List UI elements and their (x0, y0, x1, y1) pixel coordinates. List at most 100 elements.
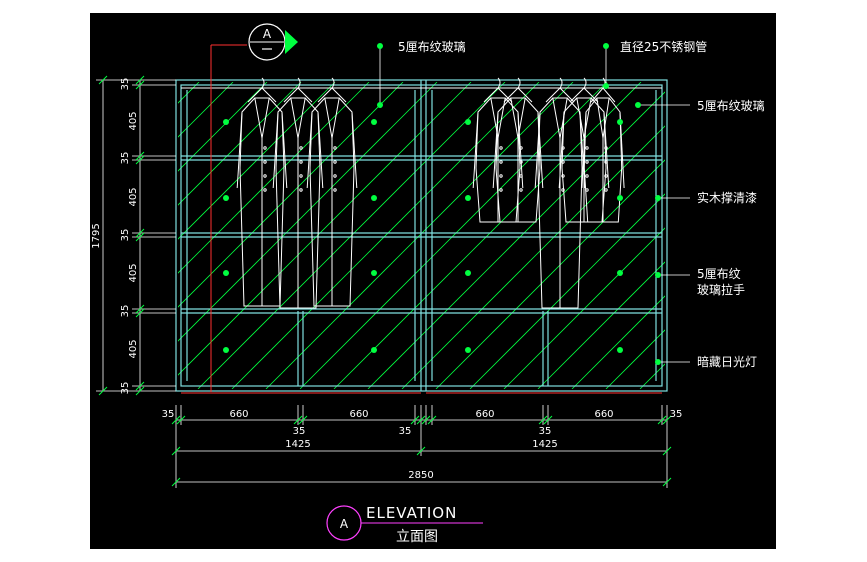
coat-collar (254, 97, 270, 139)
coat-collar (324, 97, 340, 139)
title-block: A ELEVATION 立面图 (326, 504, 483, 545)
glass-handle-dot (465, 347, 471, 353)
title-chinese: 立面图 (396, 529, 438, 545)
glass-handle-dot (465, 270, 471, 276)
coat-button (519, 146, 523, 150)
hatch-line (178, 82, 370, 274)
hanger (503, 87, 533, 103)
coat-button (585, 174, 589, 178)
coat-sleeve (236, 111, 243, 189)
glass-handle-dot (617, 119, 623, 125)
annotation-top-right: 直径25不锈钢管 (620, 39, 707, 54)
coat-button (299, 188, 303, 192)
glass-handle-dot (371, 347, 377, 353)
coat-icon (492, 77, 544, 223)
dim-v-0: 35 (120, 78, 131, 91)
hanger (247, 87, 277, 103)
coat-icon (581, 77, 625, 223)
coat-button (263, 188, 267, 192)
annotation-right-3b: 玻璃拉手 (697, 282, 745, 297)
dim-h2-c: 35 (539, 426, 552, 437)
dim-h-2: 660 (349, 409, 368, 420)
coat-sleeve (472, 111, 479, 189)
hatch-line (178, 82, 472, 376)
glass-handle-dot (223, 347, 229, 353)
glass-handle-dot (223, 195, 229, 201)
coat-button (499, 160, 503, 164)
hatch-line (299, 82, 608, 389)
section-marker[interactable]: A (248, 23, 298, 61)
coat-button (585, 146, 589, 150)
hatch-line (367, 91, 665, 389)
hatch-line (674, 82, 867, 389)
dim-half-left: 1425 (285, 439, 310, 450)
coat-sleeve (272, 111, 279, 189)
dim-v-2: 35 (120, 152, 131, 165)
coat-sleeve (351, 111, 358, 189)
dim-v-4: 35 (120, 229, 131, 242)
coat-button (299, 146, 303, 150)
coat-button (263, 146, 267, 150)
coat-button (299, 160, 303, 164)
hatch-line (333, 82, 642, 389)
dim-h2-b: 35 (399, 426, 412, 437)
hatch-line (178, 82, 302, 206)
coat-collar (552, 97, 568, 139)
hatch-line (571, 295, 665, 389)
dim-h-0: 35 (162, 409, 175, 420)
hatch-line (401, 125, 665, 389)
dim-v-7: 405 (128, 339, 139, 358)
coat-button (263, 174, 267, 178)
coat-button (499, 146, 503, 150)
coat-button (263, 160, 267, 164)
glass-handle-dot (617, 347, 623, 353)
glass-handle-dot (371, 270, 377, 276)
hatch-line (178, 82, 234, 138)
annotation-right-2: 实木撑清漆 (697, 190, 757, 205)
glass-handle-dot (371, 195, 377, 201)
dim-v-6: 35 (120, 305, 131, 318)
dim-h-4: 660 (594, 409, 613, 420)
dim-vertical-total: 1795 (91, 223, 102, 248)
glass-handle-dot (617, 195, 623, 201)
hatch-line (639, 363, 665, 389)
glass-handle-dot (223, 270, 229, 276)
coat-button (585, 160, 589, 164)
dim-h-3: 660 (475, 409, 494, 420)
dim-total: 2850 (408, 470, 433, 481)
canvas-area: A 5厘布纹玻璃 直径25不锈钢管 5厘布纹玻璃 实木撑清漆 5厘布纹 玻璃拉手… (0, 0, 867, 562)
glass-handle-dot (223, 119, 229, 125)
coat-button (333, 174, 337, 178)
elevation-drawing: A 5厘布纹玻璃 直径25不锈钢管 5厘布纹玻璃 实木撑清漆 5厘布纹 玻璃拉手… (91, 23, 867, 545)
coat-collar (576, 97, 592, 139)
coat-sleeve (306, 111, 313, 189)
dim-h2-a: 35 (293, 426, 306, 437)
coat-button (604, 188, 608, 192)
annotation-right-1: 5厘布纹玻璃 (697, 99, 765, 113)
glass-handle-dot (371, 119, 377, 125)
dim-v-1: 405 (128, 111, 139, 130)
coat-collar (290, 97, 306, 139)
title-tag-label: A (340, 517, 349, 531)
coat-button (499, 188, 503, 192)
dim-v-5: 405 (128, 263, 139, 282)
annotation-right-3a: 5厘布纹 (697, 267, 741, 281)
glass-handle-dot (465, 195, 471, 201)
coat-button (333, 160, 337, 164)
coat-sleeve (281, 111, 288, 189)
coat-button (604, 174, 608, 178)
glass-handle-dot (617, 270, 623, 276)
hatch-line (537, 261, 665, 389)
hatch-line (197, 82, 506, 389)
dim-h-1: 660 (229, 409, 248, 420)
dim-v-3: 405 (128, 187, 139, 206)
glass-handle-dot (465, 119, 471, 125)
annotation-top-left: 5厘布纹玻璃 (398, 40, 466, 54)
hatch-line (605, 329, 665, 389)
coat-button (299, 174, 303, 178)
hatch-line (503, 227, 665, 389)
coat-button (519, 174, 523, 178)
dim-half-right: 1425 (532, 439, 557, 450)
coat-button (519, 188, 523, 192)
title-english: ELEVATION (366, 504, 457, 522)
